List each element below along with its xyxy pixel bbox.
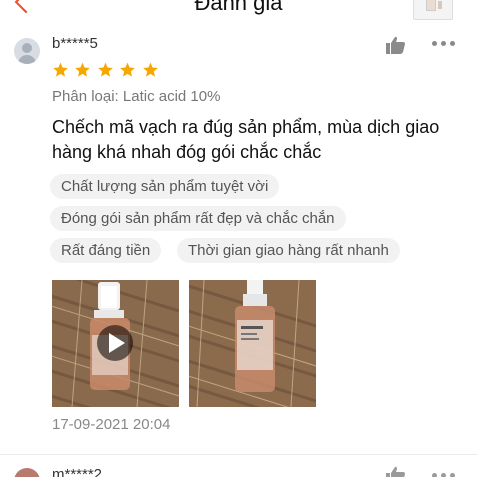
product-thumbnail[interactable] bbox=[413, 0, 453, 20]
tag-chip: Thời gian giao hàng rất nhanh bbox=[177, 238, 400, 263]
next-review-item: m*****2 bbox=[0, 458, 477, 477]
avatar[interactable] bbox=[14, 468, 40, 477]
product-variant: Phân loại: Latic acid 10% bbox=[52, 88, 221, 105]
star-icon bbox=[142, 62, 158, 77]
divider bbox=[0, 454, 477, 455]
reviewer-username: m*****2 bbox=[52, 466, 103, 477]
avatar-body bbox=[18, 55, 36, 64]
avatar[interactable] bbox=[14, 38, 40, 64]
review-timestamp: 17-09-2021 20:04 bbox=[52, 416, 171, 433]
tag-chip: Chất lượng sản phẩm tuyệt vời bbox=[50, 174, 280, 199]
thumbs-up-icon[interactable] bbox=[386, 36, 406, 54]
tag-chip: Rất đáng tiền bbox=[50, 238, 162, 263]
dot bbox=[450, 473, 455, 477]
reviewer-username: b*****5 bbox=[52, 35, 98, 52]
thumbs-up-icon[interactable] bbox=[386, 466, 406, 477]
header: Đánh giá bbox=[0, 0, 477, 22]
review-item: b*****5 Phân loại: Latic acid 10% Chếch … bbox=[0, 22, 477, 452]
avatar-head bbox=[22, 43, 32, 53]
dot bbox=[450, 41, 455, 46]
more-options-icon[interactable] bbox=[432, 40, 456, 48]
star-rating bbox=[52, 62, 160, 80]
review-image[interactable] bbox=[189, 280, 316, 407]
star-icon bbox=[53, 62, 68, 77]
dot bbox=[432, 41, 437, 46]
dot bbox=[441, 41, 446, 46]
more-options-icon[interactable] bbox=[432, 472, 456, 477]
dot bbox=[432, 473, 437, 477]
page-title: Đánh giá bbox=[194, 0, 283, 15]
review-video-thumbnail[interactable] bbox=[52, 280, 179, 407]
star-icon bbox=[98, 62, 113, 77]
review-text: Chếch mã vạch ra đúg sản phẩm, mùa dịch … bbox=[52, 117, 440, 162]
dot bbox=[441, 473, 446, 477]
star-icon bbox=[120, 62, 136, 77]
star-icon bbox=[75, 62, 91, 77]
tag-chip: Đóng gói sản phẩm rất đẹp và chắc chắn bbox=[50, 206, 346, 231]
